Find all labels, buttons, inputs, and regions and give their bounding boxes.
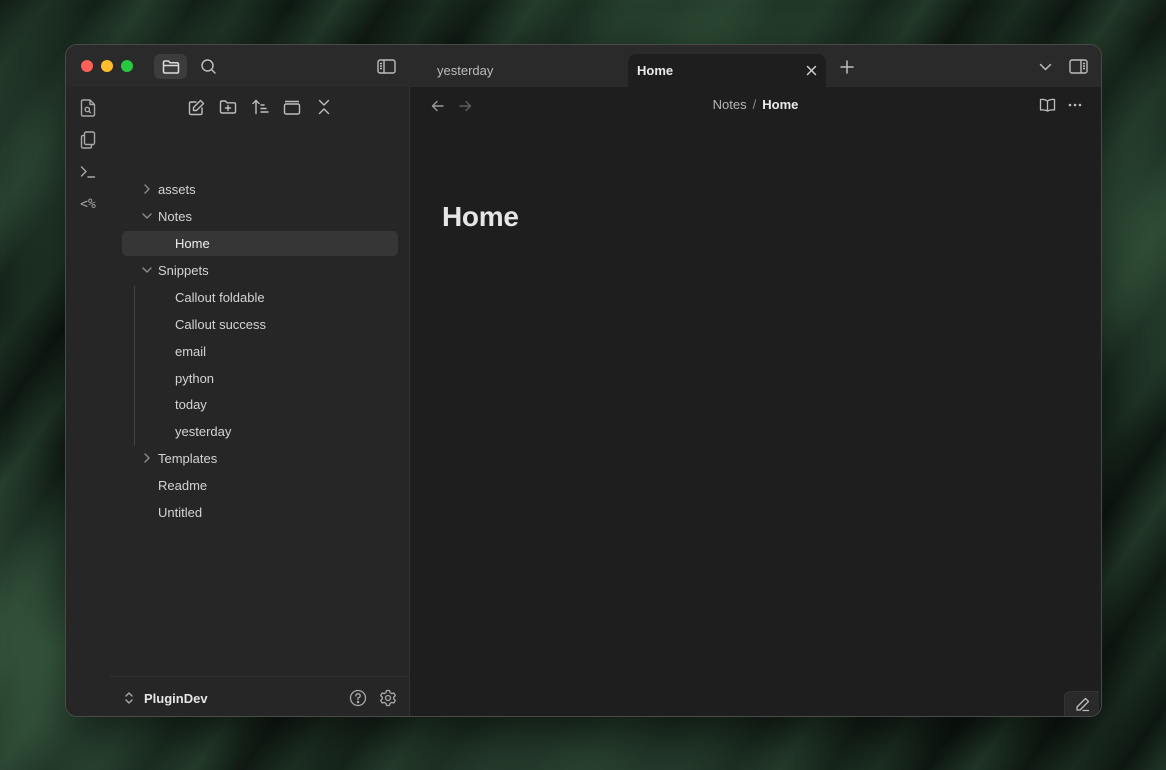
ribbon-templater-button[interactable]: <% <box>74 191 102 217</box>
settings-button[interactable] <box>376 686 400 710</box>
chevron-up-down-icon <box>124 691 134 705</box>
ribbon: <% <box>66 87 111 716</box>
pencil-icon <box>1075 697 1090 712</box>
tree-folder-templates[interactable]: Templates <box>122 446 398 471</box>
collapse-all-button[interactable] <box>311 95 337 119</box>
help-icon <box>349 689 367 707</box>
tree-file-home[interactable]: Home <box>122 231 398 256</box>
gear-icon <box>379 689 397 707</box>
tree-file-untitled[interactable]: Untitled <box>122 500 398 525</box>
breadcrumb-folder[interactable]: Notes <box>713 97 747 112</box>
ribbon-command-palette-button[interactable] <box>74 159 102 185</box>
sidebar-right-icon <box>1068 59 1088 74</box>
file-search-icon <box>80 99 96 117</box>
chevron-down-icon <box>1039 63 1052 71</box>
plus-icon <box>840 59 854 74</box>
ribbon-file-search-button[interactable] <box>74 95 102 121</box>
close-tab-button[interactable] <box>803 62 820 79</box>
minimize-window-button[interactable] <box>101 60 113 72</box>
tree-item-label: Callout success <box>175 317 267 332</box>
tree-item-label: python <box>175 371 215 386</box>
terminal-icon <box>80 165 96 179</box>
tree-file-python[interactable]: python <box>122 366 398 391</box>
tree-item-label: Untitled <box>158 505 203 520</box>
collapse-all-icon <box>317 99 331 115</box>
sidebar-left-icon <box>376 59 396 74</box>
editor-pane: Notes / Home Home <box>410 87 1101 716</box>
search-button[interactable] <box>194 54 222 79</box>
new-note-icon <box>188 99 205 116</box>
tree-item-label: today <box>175 397 207 412</box>
breadcrumb-separator: / <box>752 97 757 112</box>
tab-home[interactable]: Home <box>628 54 826 87</box>
new-folder-icon <box>219 99 237 115</box>
collapse-view-icon <box>283 100 301 115</box>
sort-order-button[interactable] <box>247 95 273 119</box>
reading-view-button[interactable] <box>1036 94 1058 116</box>
tree-item-label: Notes <box>158 209 192 224</box>
tab-list-button[interactable] <box>1033 54 1057 79</box>
file-explorer-sidebar: assets Notes Home Snippets Callout folda… <box>110 87 410 716</box>
tree-item-label: Home <box>175 236 210 251</box>
tree-item-label: Readme <box>158 478 208 493</box>
tree-item-label: Templates <box>158 451 218 466</box>
note-title[interactable]: Home <box>442 201 519 233</box>
tree-item-label: yesterday <box>175 424 232 439</box>
tree-folder-assets[interactable]: assets <box>122 177 398 202</box>
tree-file-email[interactable]: email <box>122 339 398 364</box>
new-folder-button[interactable] <box>215 95 241 119</box>
chevron-right-icon <box>142 184 152 194</box>
search-icon <box>200 58 217 75</box>
app-window: yesterday Home <% assets Notes Home Snip… <box>66 45 1101 716</box>
files-icon <box>80 131 96 149</box>
file-explorer-actions <box>110 87 409 127</box>
new-tab-button[interactable] <box>835 54 859 79</box>
tree-file-today[interactable]: today <box>122 392 398 417</box>
breadcrumb: Notes / Home <box>410 97 1101 112</box>
edit-mode-button[interactable] <box>1064 691 1099 716</box>
close-window-button[interactable] <box>81 60 93 72</box>
tree-item-label: Callout foldable <box>175 290 265 305</box>
tree-item-label: email <box>175 344 207 359</box>
vault-name: PluginDev <box>144 690 208 706</box>
toggle-right-sidebar-button[interactable] <box>1065 54 1091 79</box>
chevron-right-icon <box>142 453 152 463</box>
tab-label: yesterday <box>437 63 494 78</box>
tree-item-label: Snippets <box>158 263 209 278</box>
close-icon <box>806 65 817 76</box>
zoom-window-button[interactable] <box>121 60 133 72</box>
tree-file-yesterday[interactable]: yesterday <box>122 419 398 444</box>
vault-switcher[interactable]: PluginDev <box>124 687 274 709</box>
more-options-button[interactable] <box>1064 94 1086 116</box>
more-horizontal-icon <box>1068 103 1082 107</box>
chevron-down-icon <box>142 211 152 221</box>
tab-label: Home <box>637 63 674 78</box>
breadcrumb-note-title[interactable]: Home <box>762 97 798 112</box>
new-note-button[interactable] <box>183 95 209 119</box>
tree-item-label: assets <box>158 182 196 197</box>
vault-bar: PluginDev <box>110 676 409 716</box>
folder-icon <box>162 59 180 75</box>
tree-file-callout-foldable[interactable]: Callout foldable <box>122 285 398 310</box>
auto-reveal-button[interactable] <box>279 95 305 119</box>
book-open-icon <box>1039 98 1056 112</box>
tab-yesterday[interactable]: yesterday <box>426 54 626 87</box>
tree-folder-snippets[interactable]: Snippets <box>122 258 398 283</box>
title-bar: yesterday Home <box>66 45 1101 87</box>
chevron-down-icon <box>142 265 152 275</box>
tree-file-callout-success[interactable]: Callout success <box>122 312 398 337</box>
file-explorer-toggle-button[interactable] <box>154 54 187 79</box>
tree-file-readme[interactable]: Readme <box>122 473 398 498</box>
sort-icon <box>251 99 269 115</box>
tree-folder-notes[interactable]: Notes <box>122 204 398 229</box>
ribbon-files-button[interactable] <box>74 127 102 153</box>
templater-icon: <% <box>80 196 96 212</box>
toggle-left-sidebar-button[interactable] <box>372 54 400 79</box>
help-button[interactable] <box>346 686 370 710</box>
